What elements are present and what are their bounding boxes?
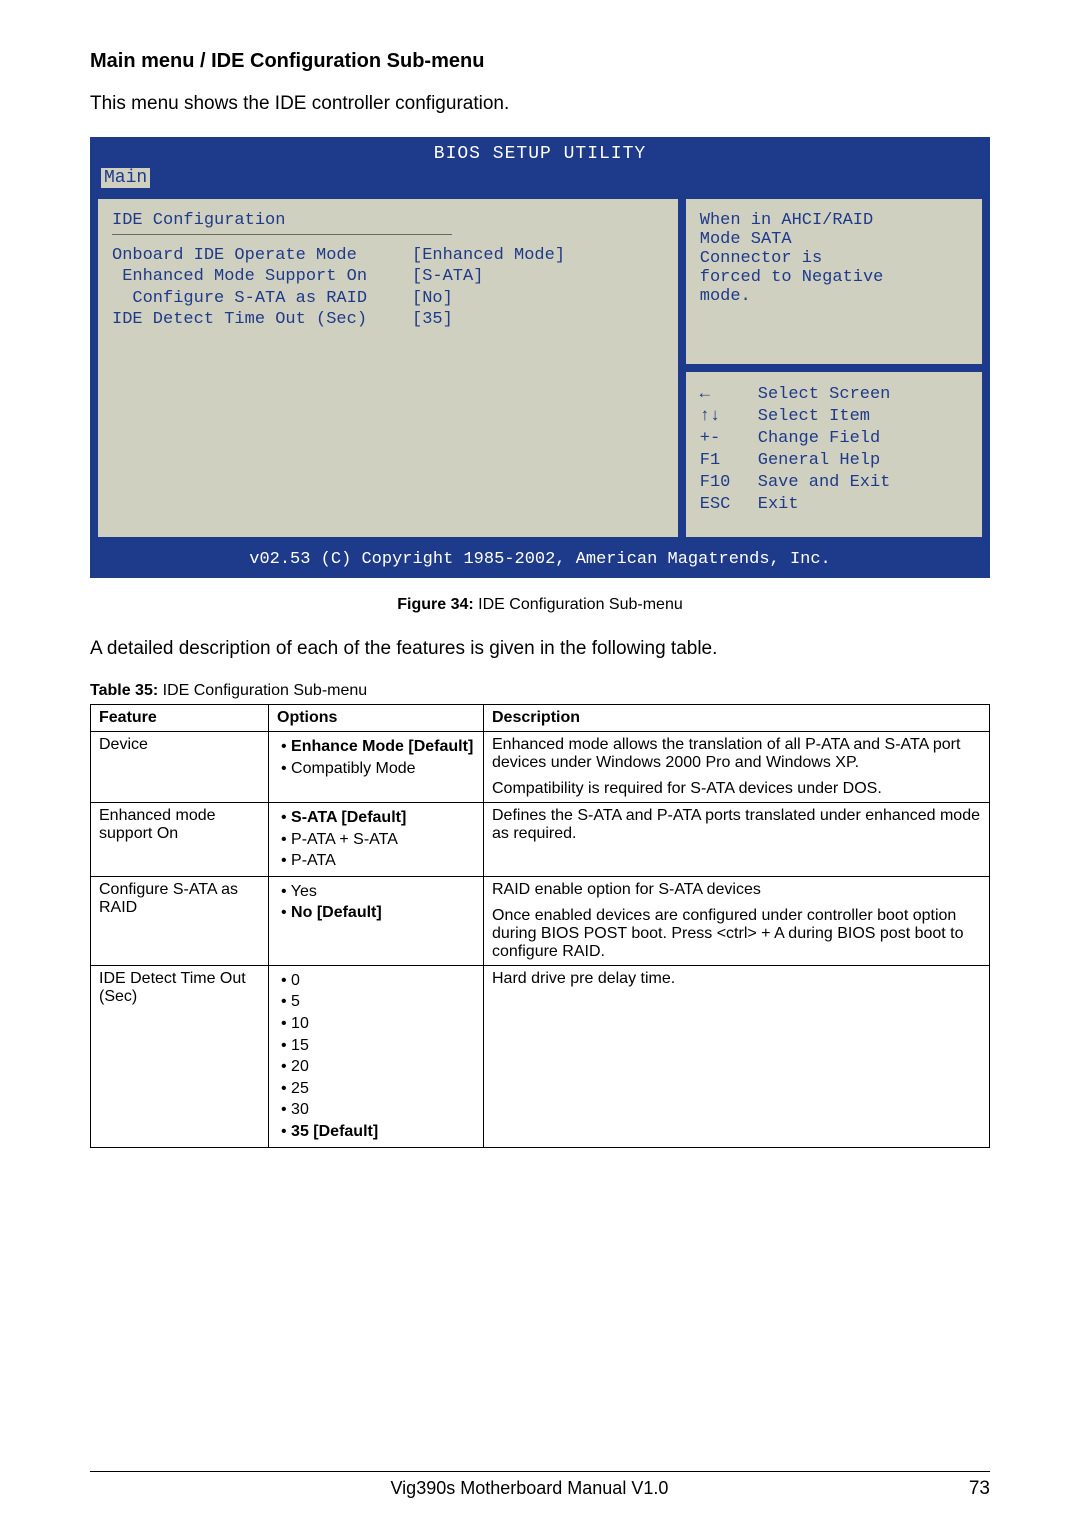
- figure-caption-text: IDE Configuration Sub-menu: [474, 596, 683, 613]
- bios-setting-label: Onboard IDE Operate Mode: [112, 245, 412, 266]
- description-paragraph: Hard drive pre delay time.: [492, 970, 981, 988]
- bios-nav-key: ESC: [700, 494, 758, 516]
- cell-description: RAID enable option for S-ATA devices Once…: [484, 876, 990, 965]
- description-paragraph: Enhanced mode allows the translation of …: [492, 736, 981, 772]
- section-heading: Main menu / IDE Configuration Sub-menu: [90, 50, 990, 73]
- bios-tab-main: Main: [101, 168, 150, 188]
- bios-nav-key: ←: [700, 384, 758, 406]
- bios-screenshot: BIOS SETUP UTILITY Main IDE Configuratio…: [90, 137, 990, 578]
- bios-nav-row: ESCExit: [700, 494, 968, 516]
- list-item: 35 [Default]: [277, 1121, 475, 1143]
- th-description: Description: [484, 705, 990, 732]
- bios-help-text: When in AHCI/RAIDMode SATAConnector isfo…: [685, 198, 983, 365]
- bios-setting-value: [Enhanced Mode]: [412, 245, 664, 266]
- bios-nav-key: ↑↓: [700, 406, 758, 428]
- feature-table: Feature Options Description DeviceEnhanc…: [90, 704, 990, 1148]
- list-item: 30: [277, 1099, 475, 1121]
- description-paragraph: Defines the S-ATA and P-ATA ports transl…: [492, 807, 981, 843]
- bios-nav-key: +-: [700, 428, 758, 450]
- bios-nav-row: F10Save and Exit: [700, 472, 968, 494]
- bios-divider: [112, 234, 452, 235]
- cell-feature: Enhanced mode support On: [91, 803, 269, 877]
- th-feature: Feature: [91, 705, 269, 732]
- list-item: No [Default]: [277, 902, 475, 924]
- bios-copyright: v02.53 (C) Copyright 1985-2002, American…: [91, 544, 989, 577]
- cell-options: Enhance Mode [Default]Compatibly Mode: [269, 732, 484, 803]
- figure-caption-label: Figure 34:: [397, 596, 473, 613]
- list-item: S-ATA [Default]: [277, 807, 475, 829]
- bios-nav-row: ←Select Screen: [700, 384, 968, 406]
- bios-setting-row: Configure S-ATA as RAID[No]: [112, 288, 664, 309]
- list-item: 25: [277, 1078, 475, 1100]
- bios-setting-row: Onboard IDE Operate Mode[Enhanced Mode]: [112, 245, 664, 266]
- bios-setting-row: Enhanced Mode Support On[S-ATA]: [112, 266, 664, 287]
- cell-options: 05101520253035 [Default]: [269, 965, 484, 1147]
- bios-nav-key: F1: [700, 450, 758, 472]
- table-caption: Table 35: IDE Configuration Sub-menu: [90, 682, 990, 700]
- bios-nav-key: F10: [700, 472, 758, 494]
- cell-description: Hard drive pre delay time.: [484, 965, 990, 1147]
- bios-nav-row: +- Change Field: [700, 428, 968, 450]
- list-item: Yes: [277, 881, 475, 903]
- bios-setting-value: [35]: [412, 309, 664, 330]
- bios-setting-label: IDE Detect Time Out (Sec): [112, 309, 412, 330]
- th-options: Options: [269, 705, 484, 732]
- footer-page-number: 73: [969, 1478, 990, 1500]
- bios-tab-row: Main: [91, 166, 989, 194]
- table-row: DeviceEnhance Mode [Default]Compatibly M…: [91, 732, 990, 803]
- bios-left-panel: IDE Configuration Onboard IDE Operate Mo…: [97, 198, 679, 538]
- bios-nav-label: General Help: [758, 450, 880, 472]
- cell-feature: Configure S-ATA as RAID: [91, 876, 269, 965]
- description-paragraph: A detailed description of each of the fe…: [90, 638, 990, 660]
- cell-description: Defines the S-ATA and P-ATA ports transl…: [484, 803, 990, 877]
- list-item: 5: [277, 991, 475, 1013]
- list-item: 0: [277, 970, 475, 992]
- bios-setting-value: [S-ATA]: [412, 266, 664, 287]
- table-caption-label: Table 35:: [90, 682, 158, 699]
- bios-title: BIOS SETUP UTILITY: [91, 138, 989, 166]
- cell-options: YesNo [Default]: [269, 876, 484, 965]
- bios-nav-label: Save and Exit: [758, 472, 891, 494]
- table-row: Configure S-ATA as RAIDYesNo [Default]RA…: [91, 876, 990, 965]
- bios-help-line: Mode SATA: [700, 230, 968, 249]
- description-paragraph: RAID enable option for S-ATA devices: [492, 881, 981, 899]
- cell-options: S-ATA [Default]P-ATA + S-ATAP-ATA: [269, 803, 484, 877]
- table-caption-text: IDE Configuration Sub-menu: [158, 682, 367, 699]
- cell-description: Enhanced mode allows the translation of …: [484, 732, 990, 803]
- footer-doc-title: Vig390s Motherboard Manual V1.0: [391, 1478, 669, 1500]
- bios-help-line: mode.: [700, 287, 968, 306]
- cell-feature: IDE Detect Time Out (Sec): [91, 965, 269, 1147]
- list-item: 20: [277, 1056, 475, 1078]
- page-footer: Vig390s Motherboard Manual V1.0 73: [90, 1471, 990, 1500]
- bios-nav-label: Exit: [758, 494, 799, 516]
- bios-setting-label: Enhanced Mode Support On: [112, 266, 412, 287]
- list-item: 15: [277, 1035, 475, 1057]
- figure-caption: Figure 34: IDE Configuration Sub-menu: [90, 596, 990, 614]
- bios-panel-title: IDE Configuration: [112, 211, 664, 230]
- table-row: IDE Detect Time Out (Sec)05101520253035 …: [91, 965, 990, 1147]
- bios-setting-row: IDE Detect Time Out (Sec)[35]: [112, 309, 664, 330]
- bios-nav-legend: ←Select Screen↑↓Select Item+- Change Fie…: [685, 371, 983, 538]
- bios-setting-label: Configure S-ATA as RAID: [112, 288, 412, 309]
- bios-nav-label: Change Field: [758, 428, 880, 450]
- bios-setting-value: [No]: [412, 288, 664, 309]
- bios-help-line: Connector is: [700, 249, 968, 268]
- intro-paragraph: This menu shows the IDE controller confi…: [90, 93, 990, 115]
- bios-help-line: When in AHCI/RAID: [700, 211, 968, 230]
- list-item: P-ATA + S-ATA: [277, 829, 475, 851]
- bios-nav-row: ↑↓Select Item: [700, 406, 968, 428]
- cell-feature: Device: [91, 732, 269, 803]
- table-row: Enhanced mode support OnS-ATA [Default]P…: [91, 803, 990, 877]
- bios-nav-label: Select Item: [758, 406, 870, 428]
- description-paragraph: Once enabled devices are configured unde…: [492, 907, 981, 961]
- bios-nav-label: Select Screen: [758, 384, 891, 406]
- description-paragraph: Compatibility is required for S-ATA devi…: [492, 780, 981, 798]
- bios-help-line: forced to Negative: [700, 268, 968, 287]
- list-item: 10: [277, 1013, 475, 1035]
- list-item: Enhance Mode [Default]: [277, 736, 475, 758]
- list-item: Compatibly Mode: [277, 758, 475, 780]
- list-item: P-ATA: [277, 850, 475, 872]
- bios-nav-row: F1General Help: [700, 450, 968, 472]
